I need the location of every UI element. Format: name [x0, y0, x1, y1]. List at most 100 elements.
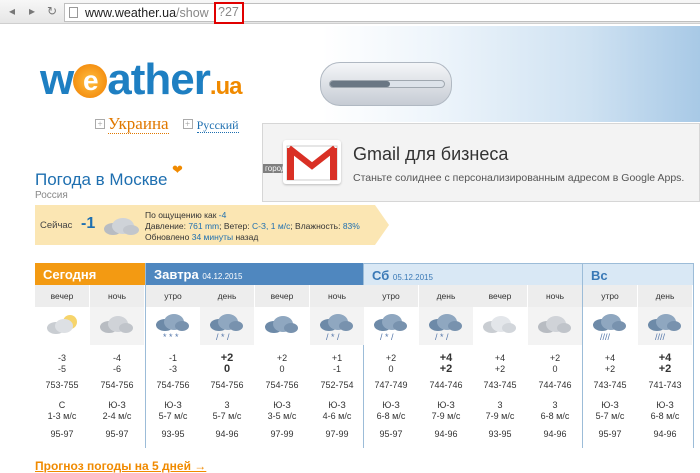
pressure: 752-754 [320, 380, 354, 390]
gmail-icon [283, 140, 341, 184]
cloud-snow-icon: * * * [146, 307, 200, 345]
now-temperature: -1 [81, 215, 96, 232]
day-tab-tomorrow[interactable]: Завтра 04.12.2015 [146, 263, 363, 285]
svg-text:////: //// [600, 332, 611, 342]
pressure: 754-756 [210, 380, 244, 390]
wind: Ю-З 4-6 м/с [322, 400, 352, 421]
period-header: вечер [35, 285, 89, 307]
humidity: 95-97 [50, 429, 74, 439]
pressure: 744-746 [538, 380, 572, 390]
wind: Ю-З 5-7 м/с [158, 400, 188, 421]
temperature: +2 0 [220, 352, 234, 375]
period-header: ночь [528, 285, 582, 307]
url-highlight: ?27 [214, 2, 244, 24]
wind: 3 7-9 м/с [485, 400, 515, 421]
wind: Ю-З 5-7 м/с [595, 400, 625, 421]
cloudy-icon [255, 307, 309, 345]
lang-ukraine-link[interactable]: Украина [108, 114, 169, 134]
wind: Ю-З 6-8 м/с [376, 400, 406, 421]
reload-icon[interactable]: ↻ [44, 3, 60, 19]
cloud-sleet-icon: / * / [200, 307, 254, 345]
day-tab-sunday[interactable]: Вс [583, 263, 693, 285]
temperature: +2 0 [276, 353, 288, 374]
temperature: -1 -3 [168, 353, 177, 374]
ad-title: Gmail для бизнеса [353, 144, 509, 164]
ad-subtitle: Станьте солиднее с персонализированным а… [353, 172, 685, 184]
pressure: 741-743 [648, 380, 682, 390]
five-day-forecast-link[interactable]: Прогноз погоды на 5 дней → [35, 459, 206, 473]
wind: С 1-3 м/с [47, 400, 77, 421]
humidity: 95-97 [379, 429, 403, 439]
pressure: 753-755 [45, 380, 79, 390]
humidity: 97-99 [325, 429, 349, 439]
url-text: www.weather.ua/show [85, 6, 209, 20]
pressure: 743-745 [593, 380, 627, 390]
country-label: Россия [35, 190, 68, 201]
cloud-rain-icon: //// [638, 307, 692, 345]
wind: Ю-З 7-9 м/с [431, 400, 461, 421]
cloud-rain-icon: //// [583, 307, 637, 345]
svg-text:/ * /: / * / [435, 332, 449, 342]
temperature: +1 -1 [331, 353, 343, 374]
current-weather-panel: Сейчас -1 По ощущению как -4 Давление: 7… [35, 205, 389, 245]
language-switch: + Украина + Русский [95, 114, 239, 134]
svg-text:/ * /: / * / [326, 332, 340, 342]
cloud-sleet-icon: / * / [419, 307, 473, 345]
pressure: 743-745 [483, 380, 517, 390]
wind: Ю-З 3-5 м/с [267, 400, 297, 421]
temperature: -3 -5 [57, 353, 66, 374]
period-header: день [200, 285, 254, 307]
site-logo[interactable]: w e ather.ua [40, 58, 243, 109]
humidity: 93-95 [488, 429, 512, 439]
temperature: +4 +2 [494, 353, 506, 374]
forward-icon[interactable]: ▸ [24, 3, 40, 19]
day-tab-today[interactable]: Сегодня [35, 263, 145, 285]
page-icon [69, 7, 78, 18]
temperature: +4 +2 [439, 352, 453, 375]
humidity: 94-96 [653, 429, 677, 439]
temperature: +2 0 [549, 353, 561, 374]
period-header: ночь [310, 285, 364, 307]
temperature: +4 +2 [604, 353, 616, 374]
back-icon[interactable]: ◂ [4, 3, 20, 19]
pressure: 754-756 [100, 380, 134, 390]
pressure: 747-749 [374, 380, 408, 390]
period-header: вечер [255, 285, 309, 307]
cloudy-night-icon [90, 307, 144, 345]
ad-banner[interactable]: городом Gmail для бизнеса Станьте солидн… [262, 123, 700, 202]
temperature: +2 0 [385, 353, 397, 374]
cloud-sleet-icon: / * / [364, 307, 418, 345]
humidity: 94-96 [434, 429, 458, 439]
lang-russian-link[interactable]: Русский [196, 118, 239, 133]
humidity: 94-96 [543, 429, 567, 439]
humidity: 97-99 [270, 429, 294, 439]
period-header: утро [583, 285, 637, 307]
svg-text:* * *: * * * [163, 332, 179, 342]
period-header: день [638, 285, 692, 307]
period-header: ночь [90, 285, 144, 307]
pressure: 754-756 [265, 380, 299, 390]
divider [693, 263, 694, 448]
svg-text:////: //// [655, 332, 666, 342]
day-tab-saturday[interactable]: Сб 05.12.2015 [364, 263, 582, 285]
humidity: 95-97 [598, 429, 622, 439]
plus-icon: + [182, 119, 193, 129]
heart-icon[interactable]: ❤ [172, 162, 183, 178]
pressure: 754-756 [156, 380, 190, 390]
address-bar[interactable]: www.weather.ua/show [64, 3, 700, 22]
wind: Ю-З 2-4 м/с [102, 400, 132, 421]
period-header: утро [146, 285, 200, 307]
humidity: 95-97 [105, 429, 129, 439]
humidity: 94-96 [215, 429, 239, 439]
svg-text:/ * /: / * / [380, 332, 394, 342]
wind: 3 5-7 м/с [212, 400, 242, 421]
browser-toolbar: ◂ ▸ ↻ www.weather.ua/show ?27 [0, 0, 700, 24]
cloudy-day-icon [473, 307, 527, 345]
temperature: -4 -6 [112, 353, 121, 374]
cloud-sleet-icon: / * / [310, 307, 364, 345]
page-title: Погода в Москве [35, 170, 168, 189]
period-header: утро [364, 285, 418, 307]
temperature: +4 +2 [658, 352, 672, 375]
cloudy-icon [101, 217, 141, 242]
wind: 3 6-8 м/с [540, 400, 570, 421]
